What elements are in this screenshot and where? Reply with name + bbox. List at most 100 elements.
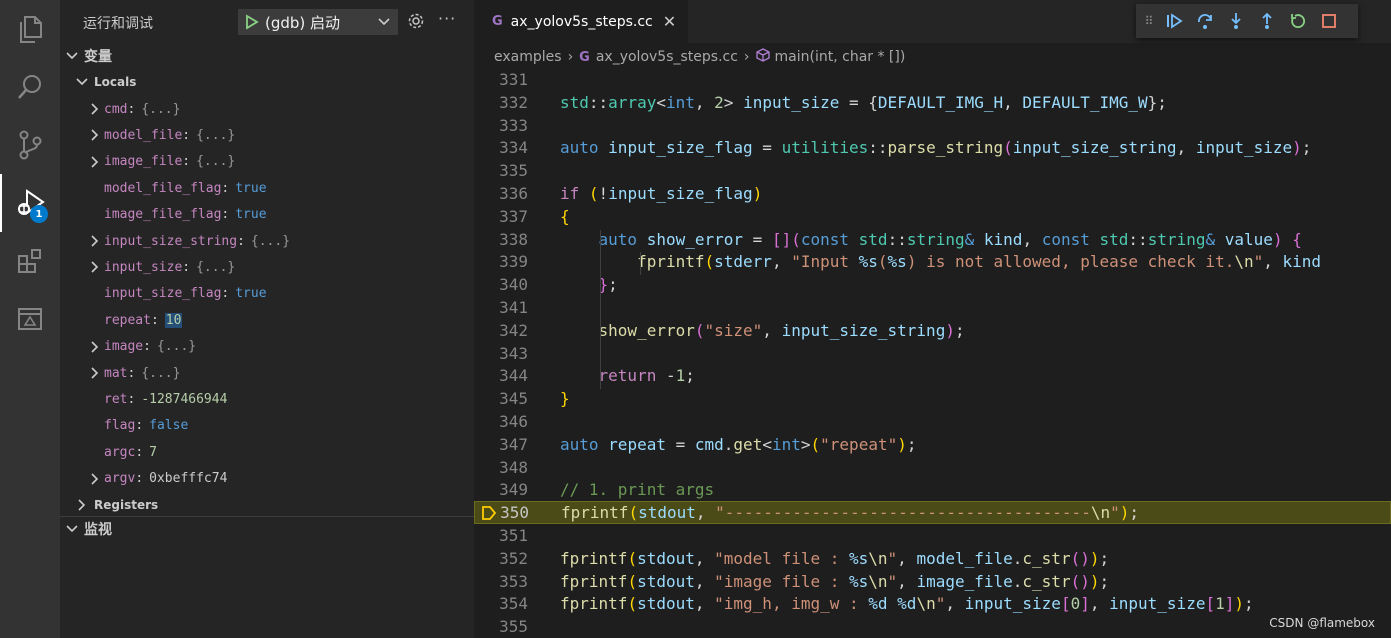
code-line[interactable]: 355 bbox=[474, 615, 1391, 638]
launch-config-select[interactable]: (gdb) 启动 bbox=[238, 9, 398, 35]
variable-row[interactable]: mat: {...} bbox=[60, 360, 474, 386]
code-line[interactable]: 352 fprintf(stdout, "model file : %s\n", … bbox=[474, 547, 1391, 570]
line-number[interactable]: 331 bbox=[474, 70, 528, 89]
line-number[interactable]: 355 bbox=[474, 617, 528, 636]
code-line[interactable]: 338 auto show_error = [](const std::stri… bbox=[474, 228, 1391, 251]
line-number[interactable]: 335 bbox=[474, 161, 528, 180]
run-debug-icon[interactable] bbox=[0, 174, 60, 232]
variable-row[interactable]: input_size_string: {...} bbox=[60, 228, 474, 254]
line-number[interactable]: 348 bbox=[474, 458, 528, 477]
chevron-down-icon[interactable] bbox=[371, 17, 397, 27]
code-line[interactable]: 346 bbox=[474, 410, 1391, 433]
line-number[interactable]: 333 bbox=[474, 116, 528, 135]
code-line[interactable]: 332 std::array<int, 2> input_size = {DEFA… bbox=[474, 91, 1391, 114]
code-line[interactable]: 335 bbox=[474, 159, 1391, 182]
source-control-icon[interactable] bbox=[0, 116, 60, 174]
variable-row[interactable]: model_file_flag: true bbox=[60, 175, 474, 201]
start-debug-icon[interactable] bbox=[239, 14, 265, 30]
line-number[interactable]: 341 bbox=[474, 298, 528, 317]
search-icon[interactable] bbox=[0, 58, 60, 116]
variable-row[interactable]: image_file_flag: true bbox=[60, 202, 474, 228]
chevron-right-icon[interactable] bbox=[86, 103, 104, 115]
line-number[interactable]: 340 bbox=[474, 275, 528, 294]
variable-row[interactable]: image_file: {...} bbox=[60, 149, 474, 175]
variable-row[interactable]: image: {...} bbox=[60, 334, 474, 360]
variables-section-header[interactable]: 变量 bbox=[60, 44, 474, 68]
code-line[interactable]: 344 return -1; bbox=[474, 364, 1391, 387]
line-number[interactable]: 338 bbox=[474, 230, 528, 249]
chevron-right-icon[interactable] bbox=[86, 367, 104, 379]
line-number[interactable]: 345 bbox=[474, 389, 528, 408]
chevron-right-icon[interactable] bbox=[86, 341, 104, 353]
remote-explorer-icon[interactable] bbox=[0, 290, 60, 348]
line-number[interactable]: 352 bbox=[474, 549, 528, 568]
chevron-right-icon[interactable] bbox=[86, 235, 104, 247]
code-line[interactable]: 341 bbox=[474, 296, 1391, 319]
extensions-icon[interactable] bbox=[0, 232, 60, 290]
code-line[interactable]: 347 auto repeat = cmd.get<int>("repeat"); bbox=[474, 433, 1391, 456]
line-number[interactable]: 334 bbox=[474, 138, 528, 157]
step-over-icon[interactable] bbox=[1189, 7, 1220, 35]
restart-icon[interactable] bbox=[1282, 7, 1313, 35]
line-number[interactable]: 347 bbox=[474, 435, 528, 454]
variable-row[interactable]: flag: false bbox=[60, 413, 474, 439]
variable-row[interactable]: input_size: {...} bbox=[60, 254, 474, 280]
code-line[interactable]: 354 fprintf(stdout, "img_h, img_w : %d %d… bbox=[474, 592, 1391, 615]
breadcrumb-file[interactable]: ax_yolov5s_steps.cc bbox=[596, 49, 738, 65]
watch-section-header[interactable]: 监视 bbox=[60, 517, 474, 541]
chevron-right-icon[interactable] bbox=[86, 473, 104, 485]
line-number[interactable]: 332 bbox=[474, 93, 528, 112]
line-number[interactable]: 346 bbox=[474, 412, 528, 431]
code-line[interactable]: 348 bbox=[474, 456, 1391, 479]
code-line[interactable]: 339 fprintf(stderr, "Input %s(%s) is not… bbox=[474, 250, 1391, 273]
line-number[interactable]: 343 bbox=[474, 344, 528, 363]
tab-ax-yolov5s-steps[interactable]: G ax_yolov5s_steps.cc ✕ bbox=[474, 0, 688, 43]
code-line[interactable]: 331 bbox=[474, 68, 1391, 91]
breadcrumb-symbol[interactable]: main(int, char * []) bbox=[775, 49, 906, 65]
line-number[interactable]: 336 bbox=[474, 184, 528, 203]
drag-handle-icon[interactable]: ⠿ bbox=[1140, 14, 1158, 28]
variable-row[interactable]: argc:7 bbox=[60, 439, 474, 465]
locals-scope-header[interactable]: Locals bbox=[60, 71, 474, 93]
code-line[interactable]: 334 auto input_size_flag = utilities::par… bbox=[474, 136, 1391, 159]
current-execution-line[interactable]: 350 fprintf(stdout, "--------------------… bbox=[474, 501, 1391, 525]
code-line[interactable]: 351 bbox=[474, 524, 1391, 547]
line-number[interactable]: 337 bbox=[474, 207, 528, 226]
line-number[interactable]: 353 bbox=[474, 572, 528, 591]
code-line[interactable]: 333 bbox=[474, 114, 1391, 137]
line-number[interactable]: 344 bbox=[474, 366, 528, 385]
line-number[interactable]: 342 bbox=[474, 321, 528, 340]
registers-scope-header[interactable]: Registers bbox=[60, 494, 474, 516]
variable-row[interactable]: repeat:10 bbox=[60, 307, 474, 333]
code-line[interactable]: 345} bbox=[474, 387, 1391, 410]
code-line[interactable]: 337 { bbox=[474, 205, 1391, 228]
step-into-icon[interactable] bbox=[1220, 7, 1251, 35]
variable-row[interactable]: argv:0xbefffc74 bbox=[60, 466, 474, 492]
stop-icon[interactable] bbox=[1313, 7, 1344, 35]
line-number[interactable]: 351 bbox=[474, 526, 528, 545]
more-actions-icon[interactable]: ··· bbox=[438, 9, 456, 28]
code-line[interactable]: 340 }; bbox=[474, 273, 1391, 296]
continue-icon[interactable] bbox=[1158, 7, 1189, 35]
chevron-right-icon[interactable] bbox=[86, 129, 104, 141]
chevron-right-icon[interactable] bbox=[86, 261, 104, 273]
line-number[interactable]: 350 bbox=[475, 503, 529, 522]
close-icon[interactable]: ✕ bbox=[663, 12, 676, 31]
code-line[interactable]: 349 // 1. print args bbox=[474, 478, 1391, 501]
chevron-right-icon[interactable] bbox=[86, 156, 104, 168]
gear-icon[interactable] bbox=[407, 12, 425, 34]
code-line[interactable]: 336 if (!input_size_flag) bbox=[474, 182, 1391, 205]
code-line[interactable]: 343 bbox=[474, 342, 1391, 365]
variable-row[interactable]: input_size_flag: true bbox=[60, 281, 474, 307]
variable-row[interactable]: cmd: {...} bbox=[60, 96, 474, 122]
variable-row[interactable]: model_file: {...} bbox=[60, 122, 474, 148]
explorer-icon[interactable] bbox=[0, 0, 60, 58]
line-number[interactable]: 349 bbox=[474, 480, 528, 499]
line-number[interactable]: 354 bbox=[474, 594, 528, 613]
code-line[interactable]: 353 fprintf(stdout, "image file : %s\n", … bbox=[474, 570, 1391, 593]
breadcrumb-folder[interactable]: examples bbox=[494, 49, 562, 65]
variable-row[interactable]: ret: -1287466944 bbox=[60, 386, 474, 412]
line-number[interactable]: 339 bbox=[474, 252, 528, 271]
step-out-icon[interactable] bbox=[1251, 7, 1282, 35]
code-line[interactable]: 342 show_error("size", input_size_string… bbox=[474, 319, 1391, 342]
